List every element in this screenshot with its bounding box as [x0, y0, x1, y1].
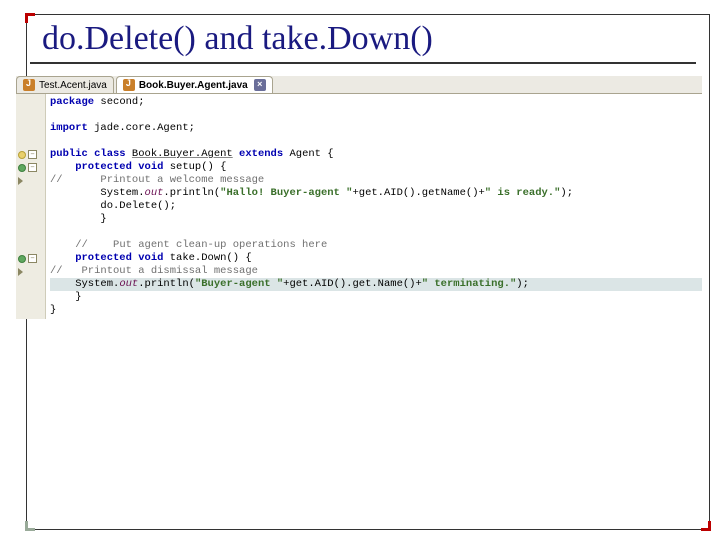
- tab-book-buyer-agent[interactable]: Book.Buyer.Agent.java ×: [116, 76, 273, 93]
- editor-pane: – – – package second; import jade.core.A…: [16, 94, 702, 319]
- string: "Hallo! Buyer-agent ": [220, 187, 352, 199]
- code-area[interactable]: package second; import jade.core.Agent; …: [46, 94, 702, 319]
- comment: // Printout a dismissal message: [50, 265, 258, 277]
- marker-icon: [18, 177, 23, 185]
- code-text: }: [50, 304, 56, 316]
- editor-tabs: Test.Acent.java Book.Buyer.Agent.java ×: [16, 76, 702, 94]
- string: " terminating.": [422, 278, 517, 290]
- tab-label: Book.Buyer.Agent.java: [139, 80, 248, 91]
- kw-extends: extends: [233, 148, 283, 160]
- comment: // Printout a welcome message: [50, 174, 264, 186]
- code-text: Agent {: [283, 148, 333, 160]
- gutter: – – –: [16, 94, 46, 319]
- code-text: jade.core.Agent;: [88, 122, 195, 134]
- override-icon[interactable]: [18, 164, 26, 172]
- fold-minus-icon[interactable]: –: [28, 150, 37, 159]
- code-text: System.: [50, 278, 119, 290]
- corner-decoration: [25, 13, 35, 23]
- class-name: Book.Buyer.Agent: [132, 148, 233, 160]
- code-text: );: [516, 278, 529, 290]
- code-text: System.: [50, 187, 145, 199]
- highlighted-line: System.out.println("Buyer-agent "+get.AI…: [50, 278, 702, 291]
- code-text: +get.AID().get.Name()+: [283, 278, 422, 290]
- string: "Buyer-agent ": [195, 278, 283, 290]
- fold-minus-icon[interactable]: –: [28, 254, 37, 263]
- kw-public-class: public class: [50, 148, 132, 160]
- comment: //: [50, 239, 94, 251]
- corner-decoration: [701, 521, 711, 531]
- java-file-icon: [23, 79, 35, 91]
- code-text: second;: [94, 96, 144, 108]
- corner-decoration: [25, 521, 35, 531]
- override-icon[interactable]: [18, 255, 26, 263]
- tab-label: Test.Acent.java: [39, 80, 107, 91]
- code-text: do.Delete();: [50, 200, 176, 212]
- kw-protected-void: protected void: [50, 252, 163, 264]
- code-text: +get.AID().getName()+: [352, 187, 484, 199]
- field-out: out: [145, 187, 164, 199]
- tab-test-agent[interactable]: Test.Acent.java: [16, 76, 114, 93]
- code-text: .println(: [163, 187, 220, 199]
- ide-screenshot: Test.Acent.java Book.Buyer.Agent.java × …: [16, 76, 702, 319]
- code-text: take.Down() {: [163, 252, 251, 264]
- code-text: .println(: [138, 278, 195, 290]
- code-text: );: [560, 187, 573, 199]
- kw-package: package: [50, 96, 94, 108]
- kw-protected-void: protected void: [50, 161, 163, 173]
- code-text: setup() {: [163, 161, 226, 173]
- java-file-icon: [123, 79, 135, 91]
- code-text: }: [50, 213, 107, 225]
- title-underline: [30, 62, 696, 64]
- kw-import: import: [50, 122, 88, 134]
- close-icon[interactable]: ×: [254, 79, 266, 91]
- string: " is ready.": [485, 187, 561, 199]
- bulb-icon[interactable]: [18, 151, 26, 159]
- marker-icon: [18, 268, 23, 276]
- comment: Put agent clean-up operations here: [94, 239, 327, 251]
- code-text: }: [50, 291, 82, 303]
- fold-minus-icon[interactable]: –: [28, 163, 37, 172]
- field-out: out: [119, 278, 138, 290]
- slide-title: do.Delete() and take.Down(): [42, 20, 433, 58]
